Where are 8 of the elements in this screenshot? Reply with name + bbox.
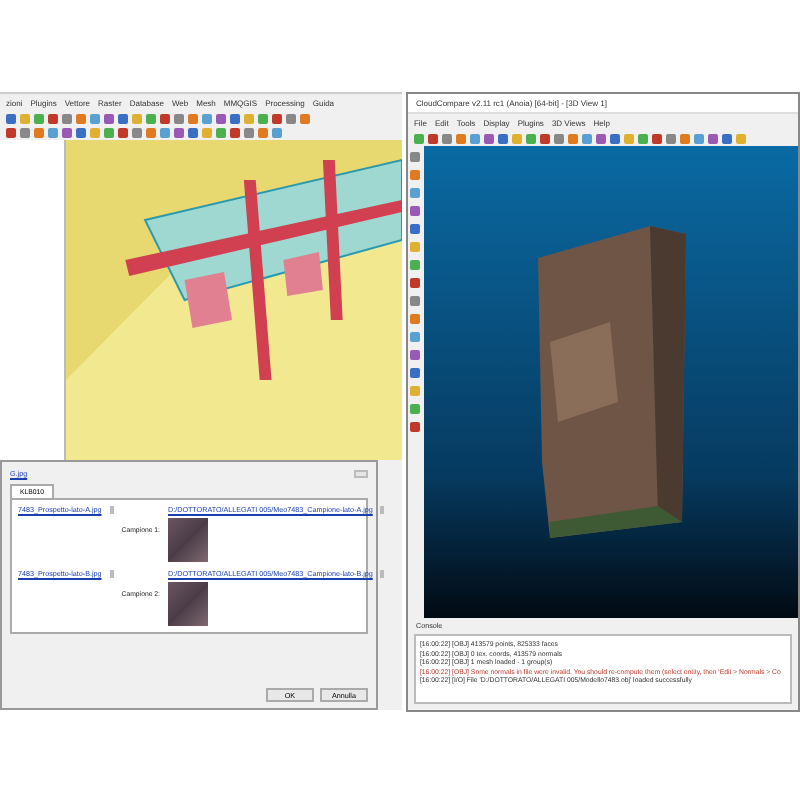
browse-button[interactable]	[380, 506, 385, 514]
browse-button[interactable]	[109, 506, 114, 514]
browse-button[interactable]	[109, 570, 114, 578]
browse-button[interactable]	[380, 570, 385, 578]
photo-placeholder	[168, 582, 208, 626]
photo-placeholder	[168, 518, 208, 562]
browse-button[interactable]	[353, 470, 368, 478]
3d-view[interactable]	[423, 146, 798, 618]
